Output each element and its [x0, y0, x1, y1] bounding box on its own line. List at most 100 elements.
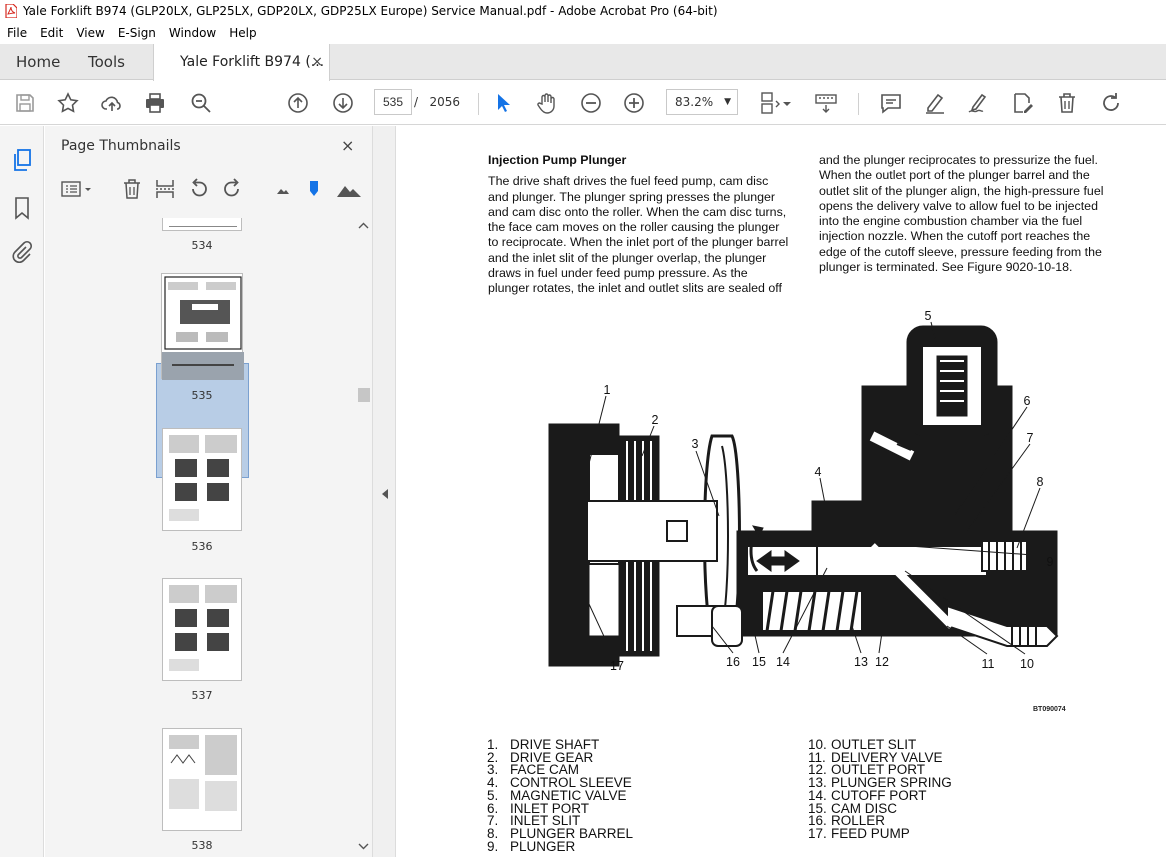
callout-9: 9 [1047, 555, 1054, 569]
draw-sign-icon[interactable] [966, 91, 990, 115]
hand-tool-icon[interactable] [534, 91, 558, 115]
text-line: the face cam moves on the roller causing… [488, 220, 780, 235]
panel-collapse-handle[interactable] [372, 126, 396, 857]
redo-rotate-icon[interactable] [1099, 91, 1123, 115]
text-line: to reciprocate. When the inlet port of t… [488, 235, 789, 250]
toolbar-divider [858, 93, 859, 115]
text-line: The drive shaft drives the fuel feed pum… [488, 174, 769, 189]
bookmark-star-icon[interactable] [56, 91, 80, 115]
tab-home[interactable]: Home [16, 44, 60, 80]
attachments-paperclip-icon[interactable] [10, 240, 34, 264]
upload-cloud-icon[interactable] [100, 91, 124, 115]
text-line: injection nozzle. When the cutoff port r… [819, 229, 1091, 244]
scroll-up-icon[interactable] [355, 220, 372, 232]
menu-esign[interactable]: E-Sign [111, 26, 162, 40]
callout-14: 14 [776, 655, 790, 669]
thumbnail-page[interactable] [162, 428, 242, 531]
text-line: and cam disc onto the roller. When the c… [488, 204, 787, 219]
left-paragraph: The drive shaft drives the fuel feed pum… [488, 174, 808, 296]
text-line: outlet slit of the plunger align, the hi… [819, 183, 1104, 198]
thumbnail-page[interactable] [162, 218, 242, 231]
keyboard-scroll-icon[interactable] [814, 91, 838, 115]
fill-sign-icon[interactable] [1010, 91, 1034, 115]
thumbnail-label: 536 [191, 540, 213, 553]
tab-document-label: Yale Forklift B974 (... [180, 54, 325, 70]
fit-menu-chevron-icon[interactable] [782, 91, 792, 115]
callout-3: 3 [692, 437, 699, 451]
thumbnail-size-slider[interactable] [304, 178, 326, 200]
next-page-icon[interactable] [331, 91, 355, 115]
select-cursor-icon[interactable] [491, 91, 515, 115]
text-column-left: Injection Pump Plunger The drive shaft d… [488, 153, 808, 297]
thumbnail-scrollbar[interactable] [355, 218, 372, 857]
legend-item: 17. FEED PUMP [808, 825, 910, 841]
callout-17: 17 [610, 659, 624, 673]
zoom-value: 83.2% [675, 95, 714, 109]
callout-4: 4 [815, 465, 822, 479]
text-line: draws in fuel under feed pump pressure. … [488, 266, 748, 281]
callout-15: 15 [752, 655, 766, 669]
figure-code: BT090074 [1033, 706, 1066, 713]
menu-window[interactable]: Window [162, 26, 222, 40]
close-panel-icon[interactable]: × [341, 136, 354, 155]
page-preview-icon [169, 226, 237, 227]
menu-edit[interactable]: Edit [33, 26, 69, 40]
menu-help[interactable]: Help [222, 26, 262, 40]
menu-file[interactable]: File [0, 26, 33, 40]
callout-6: 6 [1024, 394, 1031, 408]
title-bar: Yale Forklift B974 (GLP20LX, GLP25LX, GD… [0, 0, 1166, 22]
text-line: plunger rotates, the inlet and outlet sl… [488, 281, 782, 296]
section-heading: Injection Pump Plunger [488, 153, 627, 167]
thumbnail-large-icon[interactable] [336, 178, 362, 200]
callout-1: 1 [604, 383, 611, 397]
tab-bar: Home Tools Yale Forklift B974 (... × [0, 44, 1166, 81]
page-count: / 2056 [414, 89, 460, 115]
callout-7: 7 [1027, 431, 1034, 445]
previous-page-icon[interactable] [286, 91, 310, 115]
thumbnail-page[interactable] [162, 578, 242, 681]
comment-icon[interactable] [879, 91, 903, 115]
scroll-down-icon[interactable] [355, 840, 372, 852]
zoom-out-icon[interactable] [579, 91, 603, 115]
text-column-right: and the plunger reciprocates to pressuri… [819, 153, 1139, 275]
text-line: When the outlet port of the plunger barr… [819, 168, 1090, 183]
thumbnail-small-icon[interactable] [272, 178, 294, 200]
page-thumbnails-icon[interactable] [10, 148, 34, 172]
page-number-input[interactable] [374, 89, 412, 115]
callout-2: 2 [652, 413, 659, 427]
highlight-pen-icon[interactable] [923, 91, 947, 115]
callout-10: 10 [1020, 657, 1034, 671]
acrobat-icon [5, 4, 17, 18]
delete-trash-icon[interactable] [1055, 91, 1079, 115]
bookmarks-icon[interactable] [10, 196, 34, 220]
callout-8: 8 [1037, 475, 1044, 489]
thumbnail-options-icon[interactable] [60, 178, 94, 200]
callout-13: 13 [854, 655, 868, 669]
tab-tools[interactable]: Tools [88, 44, 125, 80]
thumbnail-list: 534 535 536 537 538 [45, 218, 355, 857]
fit-page-icon[interactable] [758, 91, 782, 115]
text-line: into the engine combustion chamber via t… [819, 214, 1083, 229]
rotate-clockwise-icon[interactable] [221, 178, 243, 200]
legend-item: 9. PLUNGER [487, 838, 576, 854]
scroll-thumb[interactable] [358, 388, 370, 402]
save-icon[interactable] [13, 91, 37, 115]
zoom-in-icon[interactable] [622, 91, 646, 115]
zoom-level-select[interactable]: 83.2% ▼ [666, 89, 738, 115]
rotate-counterclockwise-icon[interactable] [188, 178, 210, 200]
thumbnail-label: 538 [191, 839, 213, 852]
thumbnail-page-selected[interactable] [161, 273, 244, 380]
zoom-search-icon[interactable] [189, 91, 213, 115]
close-tab-icon[interactable]: × [311, 44, 323, 80]
page-preview-icon [169, 585, 237, 671]
text-line: edge of the cutoff sleeve, pressure feed… [819, 244, 1102, 259]
left-navigation-rail [0, 126, 44, 857]
legend-left: 1. DRIVE SHAFT 2. DRIVE GEAR 3. FACE CAM 4.… [487, 738, 633, 854]
menu-view[interactable]: View [69, 26, 110, 40]
print-icon[interactable] [143, 91, 167, 115]
document-view[interactable]: Injection Pump Plunger The drive shaft d… [397, 126, 1166, 857]
thumbnail-page[interactable] [162, 728, 242, 831]
tab-document[interactable]: Yale Forklift B974 (... × [153, 44, 330, 81]
delete-pages-icon[interactable] [121, 178, 143, 200]
extract-pages-icon[interactable] [154, 178, 176, 200]
